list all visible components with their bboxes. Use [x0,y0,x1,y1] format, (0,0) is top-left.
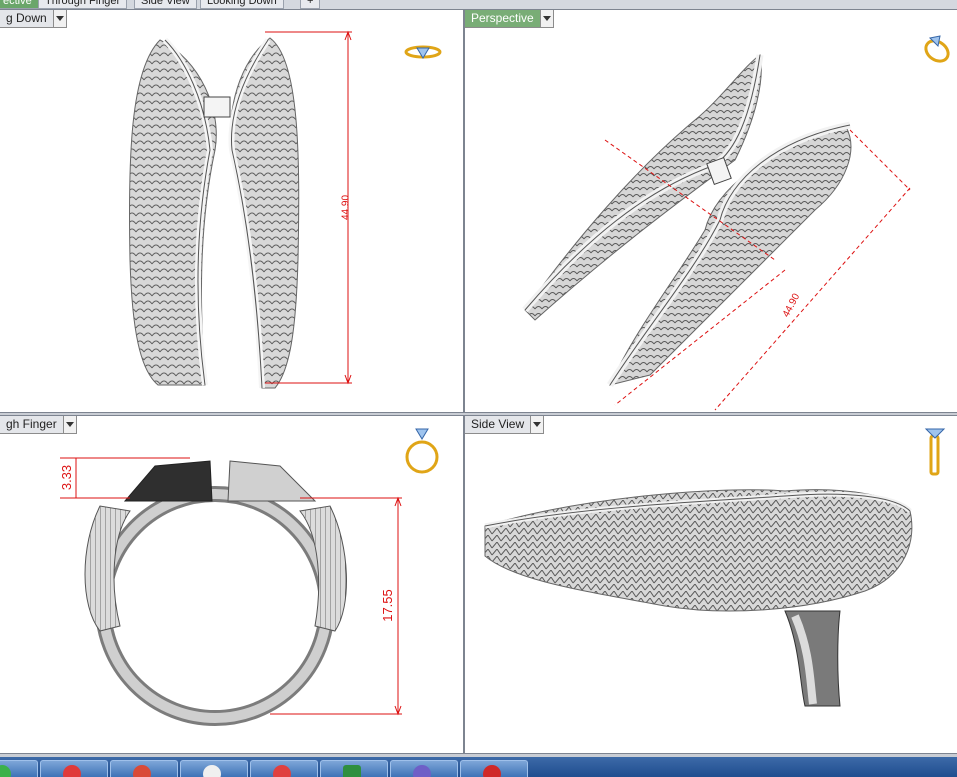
ring-side-icon[interactable] [923,426,947,483]
ring-perspective-icon[interactable] [920,32,954,71]
tab-looking-down[interactable]: Looking Down [200,0,284,9]
app-x2-icon[interactable] [250,760,318,777]
app-red-icon[interactable] [40,760,108,777]
tab-side-view[interactable]: Side View [134,0,197,9]
ring-perspective-render [522,54,911,411]
excel-icon[interactable] [320,760,388,777]
viewport-through-finger[interactable]: gh Finger 3.33 17.55 [0,415,464,754]
viewport-side-view[interactable]: Side View [464,415,957,754]
dimension-label: 44.90 [340,194,352,221]
app-x-icon[interactable] [180,760,248,777]
ring-front-icon[interactable] [402,426,442,483]
ring-top-icon[interactable] [403,40,443,69]
tab-through-finger[interactable]: Through Finger [38,0,128,9]
viewport-looking-down[interactable]: g Down 44.90 [0,9,464,413]
app-red2-icon[interactable] [460,760,528,777]
viewport-perspective[interactable]: Perspective 44.90 [464,9,957,413]
app-purple-icon[interactable] [390,760,458,777]
ring-top-view-render [128,30,352,389]
tab-perspective[interactable]: ective [0,0,39,9]
chrome-icon[interactable] [110,760,178,777]
start-icon[interactable] [0,760,38,777]
dimension-label-top: 3.33 [59,464,75,491]
tab-add[interactable]: + [300,0,321,9]
windows-taskbar [0,757,957,777]
viewport-tab-strip: ective Through Finger Side View Looking … [0,0,957,9]
dimension-label-height: 17.55 [379,589,395,622]
ring-side-view-render [484,489,913,707]
